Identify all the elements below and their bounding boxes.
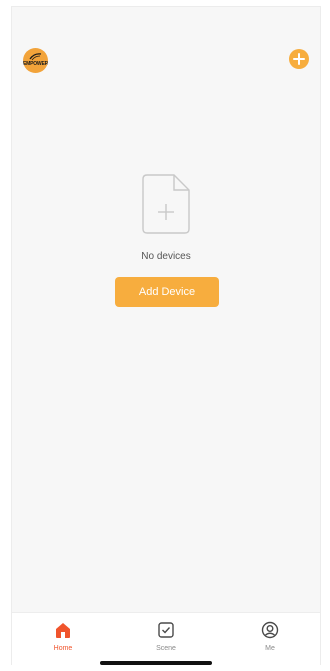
- tab-me[interactable]: Me: [240, 621, 300, 657]
- empty-state-text: No devices: [141, 251, 191, 262]
- bottom-tab-bar: Home Scene Me: [12, 612, 320, 666]
- home-indicator[interactable]: [100, 661, 212, 665]
- tab-scene-label: Scene: [156, 645, 176, 652]
- add-device-button[interactable]: Add Device: [115, 277, 219, 307]
- add-icon[interactable]: [289, 49, 309, 69]
- tab-home-label: Home: [53, 645, 73, 652]
- header: EMPOWER: [12, 7, 320, 87]
- checkbox-icon: [158, 622, 174, 638]
- tab-scene[interactable]: Scene: [136, 621, 196, 657]
- avatar-logo-text: EMPOWER: [23, 61, 48, 67]
- logo-icon: [29, 53, 42, 61]
- home-icon: [56, 623, 70, 638]
- app-screen: EMPOWER No devices Add Device Home Scene: [11, 6, 321, 666]
- home-avatar[interactable]: EMPOWER: [23, 48, 48, 73]
- user-circle-icon: [261, 621, 279, 639]
- tab-me-label: Me: [265, 645, 275, 652]
- tab-home[interactable]: Home: [33, 621, 93, 657]
- file-plus-icon: [142, 174, 190, 234]
